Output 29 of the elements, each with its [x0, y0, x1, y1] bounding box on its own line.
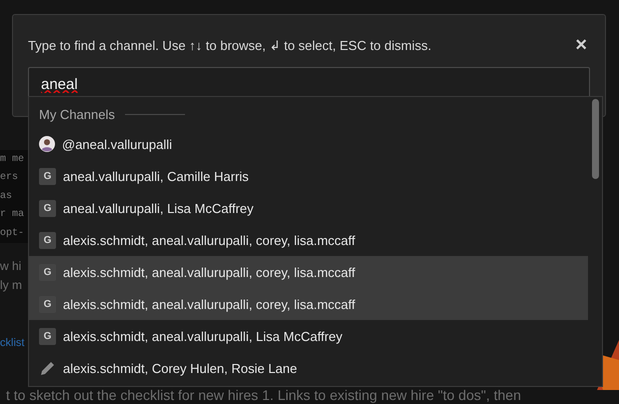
- group-badge: G: [39, 296, 56, 312]
- code-line: ers: [0, 172, 18, 184]
- channel-item[interactable]: G alexis.schmidt, aneal.vallurupalli, corey, lisa.mccaff: [29, 256, 588, 288]
- group-badge: G: [39, 264, 56, 280]
- avatar-icon: [39, 136, 55, 152]
- group-badge: G: [39, 168, 56, 184]
- channel-item[interactable]: alexis.schmidt, Corey Hulen, Rosie Lane: [29, 352, 588, 384]
- code-line: opt-: [0, 228, 24, 239]
- scrollbar-thumb[interactable]: [592, 99, 598, 179]
- group-badge: G: [39, 232, 56, 248]
- channel-item[interactable]: G aneal.vallurupalli, Lisa McCaffrey: [29, 192, 588, 224]
- search-input[interactable]: aneal: [41, 72, 577, 96]
- code-line: as: [0, 190, 12, 202]
- background-text: ly m: [0, 278, 22, 292]
- group-badge: G: [39, 200, 56, 216]
- channel-item[interactable]: G alexis.schmidt, aneal.vallurupalli, Lisa McCaffrey: [29, 320, 588, 352]
- code-line: m me: [0, 154, 24, 165]
- pencil-icon: [39, 360, 56, 376]
- channel-item[interactable]: G aneal.vallurupalli, Camille Harris: [29, 160, 588, 192]
- background-text: w hi: [0, 259, 22, 273]
- channel-item[interactable]: G alexis.schmidt, aneal.vallurupalli, corey, lisa.mccaff: [29, 288, 588, 320]
- hint-text: Type to find a channel. Use ↑↓ to browse, ↲ to select, ESC to dismiss.: [28, 38, 432, 52]
- channel-item[interactable]: G alexis.schmidt, aneal.vallurupalli, corey, lisa.mccaff: [29, 224, 588, 256]
- close-button[interactable]: ×: [575, 35, 587, 55]
- background-text: t to sketch out the checklist for new hires 1. Links to existing new hire "to dos", then: [5, 387, 521, 403]
- group-badge: G: [39, 328, 56, 344]
- section-title: My Channels: [39, 107, 115, 122]
- code-line: r ma: [0, 209, 24, 220]
- channel-item[interactable]: @aneal.vallurupalli: [29, 128, 588, 160]
